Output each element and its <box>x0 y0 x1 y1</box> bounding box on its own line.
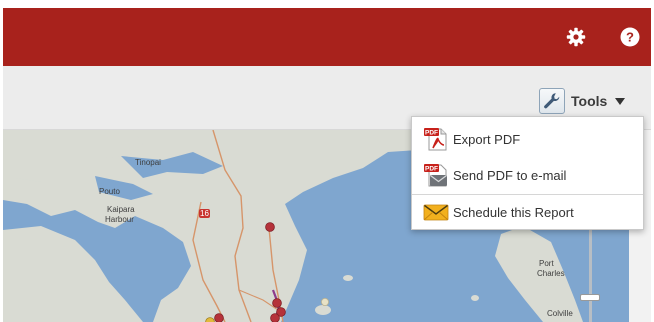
map-marker <box>265 222 275 232</box>
map-label-harbour: Harbour <box>105 215 134 224</box>
schedule-report-label: Schedule this Report <box>453 204 574 220</box>
map-label-colville: Colville <box>547 309 573 318</box>
pdf-email-icon: PDF <box>424 164 447 187</box>
wrench-icon <box>544 93 560 109</box>
svg-text:PDF: PDF <box>425 130 438 137</box>
map-marker <box>320 297 329 306</box>
map-marker <box>270 313 280 322</box>
gear-icon <box>566 27 586 47</box>
send-pdf-email-label: Send PDF to e-mail <box>453 167 567 183</box>
svg-text:?: ? <box>626 30 634 45</box>
map-label-tinopai: Tinopai <box>135 158 161 167</box>
zoom-slider-handle[interactable] <box>580 294 600 301</box>
map-label-pouto: Pouto <box>99 187 120 196</box>
envelope-icon <box>423 204 449 221</box>
wrench-icon-box <box>539 88 565 114</box>
app-header: ? <box>3 8 651 66</box>
help-button[interactable]: ? <box>618 25 642 49</box>
chevron-down-icon <box>615 97 626 105</box>
svg-text:PDF: PDF <box>425 166 438 173</box>
pdf-icon: PDF <box>424 128 447 151</box>
tools-label: Tools <box>571 93 608 109</box>
map-marker <box>214 313 224 322</box>
question-icon: ? <box>620 27 640 47</box>
schedule-report-menu-item[interactable]: Schedule this Report <box>412 195 643 229</box>
zoom-slider-track[interactable] <box>589 228 592 322</box>
settings-button[interactable] <box>564 25 588 49</box>
export-pdf-label: Export PDF <box>453 131 521 147</box>
app-window: ? Tools 16 Tinopai Pouto Kaipara Harbour… <box>3 8 651 322</box>
map-label-port: Port <box>539 259 554 268</box>
route-shield-label: 16 <box>200 209 209 218</box>
export-pdf-menu-item[interactable]: PDF Export PDF <box>412 122 643 156</box>
map-label-kaipara: Kaipara <box>107 205 135 214</box>
map-marker <box>272 298 282 308</box>
map-label-charles: Charles <box>537 269 565 278</box>
tools-button[interactable]: Tools <box>539 88 626 114</box>
tools-dropdown-menu: PDF Export PDF PDF Send PDF to e-mail Sc… <box>411 116 644 230</box>
send-pdf-email-menu-item[interactable]: PDF Send PDF to e-mail <box>412 158 643 192</box>
